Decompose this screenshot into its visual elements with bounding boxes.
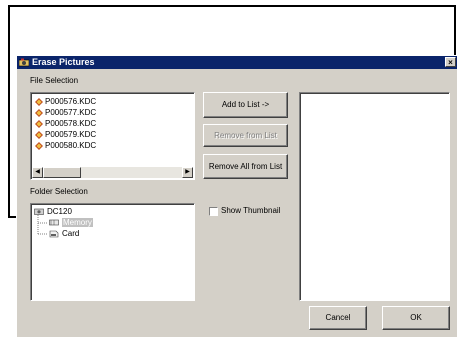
file-selection-label: File Selection xyxy=(30,76,79,85)
remove-all-from-list-button[interactable]: Remove All from List xyxy=(203,154,288,179)
file-list-item[interactable]: P000579.KDC xyxy=(35,129,96,140)
erase-list[interactable] xyxy=(299,92,450,301)
show-thumbnail-checkbox[interactable] xyxy=(209,207,218,216)
remove-from-list-button[interactable]: Remove from List xyxy=(203,124,288,147)
file-list-item[interactable]: P000578.KDC xyxy=(35,118,96,129)
memory-label-selected: Memory xyxy=(62,218,93,227)
picture-file-icon xyxy=(35,97,43,106)
horizontal-scrollbar[interactable]: ◀ ▶ xyxy=(32,167,193,178)
picture-file-icon xyxy=(35,141,43,150)
scroll-thumb[interactable] xyxy=(43,167,81,178)
tree-item-memory[interactable]: Memory xyxy=(49,217,93,228)
file-list-item[interactable]: P000577.KDC xyxy=(35,107,96,118)
picture-file-icon xyxy=(35,108,43,117)
file-list[interactable]: P000576.KDC P000577.KDC P000578.KDC P000… xyxy=(30,92,195,180)
memory-card-icon xyxy=(49,230,59,238)
title-bar[interactable]: Erase Pictures × xyxy=(17,56,457,69)
erase-pictures-dialog: Erase Pictures × File Selection P000576.… xyxy=(16,55,457,337)
file-list-item[interactable]: P000576.KDC xyxy=(35,96,96,107)
tree-item-card[interactable]: Card xyxy=(49,228,79,239)
scroll-left-button[interactable]: ◀ xyxy=(32,167,43,178)
memory-chip-icon xyxy=(49,220,59,226)
add-to-list-button[interactable]: Add to List -> xyxy=(203,92,288,118)
folder-selection-label: Folder Selection xyxy=(30,187,88,196)
callout-line-left xyxy=(8,5,10,218)
dialog-title: Erase Pictures xyxy=(32,57,95,67)
close-button[interactable]: × xyxy=(445,57,456,67)
show-thumbnail-label[interactable]: Show Thumbnail xyxy=(221,206,280,215)
cancel-button[interactable]: Cancel xyxy=(309,306,367,330)
camera-icon xyxy=(18,58,30,67)
file-list-item[interactable]: P000580.KDC xyxy=(35,140,96,151)
ok-button[interactable]: OK xyxy=(382,306,450,330)
scroll-right-button[interactable]: ▶ xyxy=(182,167,193,178)
picture-file-icon xyxy=(35,119,43,128)
folder-tree[interactable]: DC120 Memory Card xyxy=(30,203,195,301)
picture-file-icon xyxy=(35,130,43,139)
callout-line-right xyxy=(454,5,456,55)
callout-line-top xyxy=(8,5,456,7)
